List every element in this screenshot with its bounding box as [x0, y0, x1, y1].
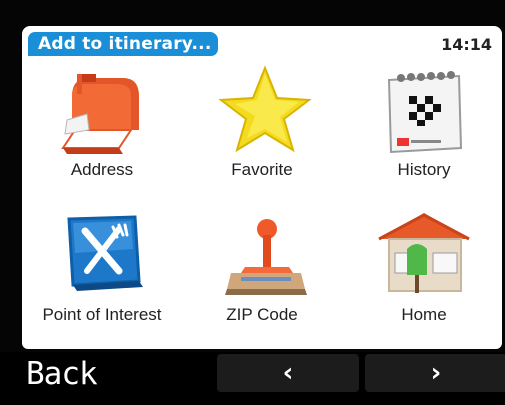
device-screen: Add to itinerary... 14:14 Address Favori…	[0, 0, 505, 405]
page-title: Add to itinerary...	[28, 32, 218, 56]
stamp-icon	[187, 209, 337, 304]
calendar-checkered-flag-icon	[349, 64, 499, 159]
home-button[interactable]: Home	[349, 209, 499, 349]
tile-label-address: Address	[70, 160, 134, 179]
tile-label-home: Home	[401, 305, 447, 324]
star-icon	[187, 64, 337, 159]
history-button[interactable]: History	[349, 64, 499, 204]
tile-label-point-of-interest: Point of Interest	[42, 305, 162, 324]
previous-page-button[interactable]: ‹	[217, 354, 359, 392]
point-of-interest-button[interactable]: Point of Interest	[27, 209, 177, 349]
chevron-left-icon: ‹	[282, 358, 294, 388]
chevron-right-icon: ›	[430, 358, 442, 388]
next-page-button[interactable]: ›	[365, 354, 505, 392]
house-icon	[349, 209, 499, 304]
tile-label-history: History	[397, 160, 451, 179]
tile-label-favorite: Favorite	[231, 160, 293, 179]
tile-label-zip-code: ZIP Code	[226, 305, 298, 324]
mailbox-icon	[27, 64, 177, 159]
fork-knife-icon	[27, 209, 177, 304]
zip-code-button[interactable]: ZIP Code	[187, 209, 337, 349]
address-button[interactable]: Address	[27, 64, 177, 204]
main-panel: Add to itinerary... 14:14 Address Favori…	[22, 26, 502, 349]
back-button[interactable]: Back	[26, 352, 98, 396]
favorite-button[interactable]: Favorite	[187, 64, 337, 204]
clock: 14:14	[441, 35, 492, 54]
